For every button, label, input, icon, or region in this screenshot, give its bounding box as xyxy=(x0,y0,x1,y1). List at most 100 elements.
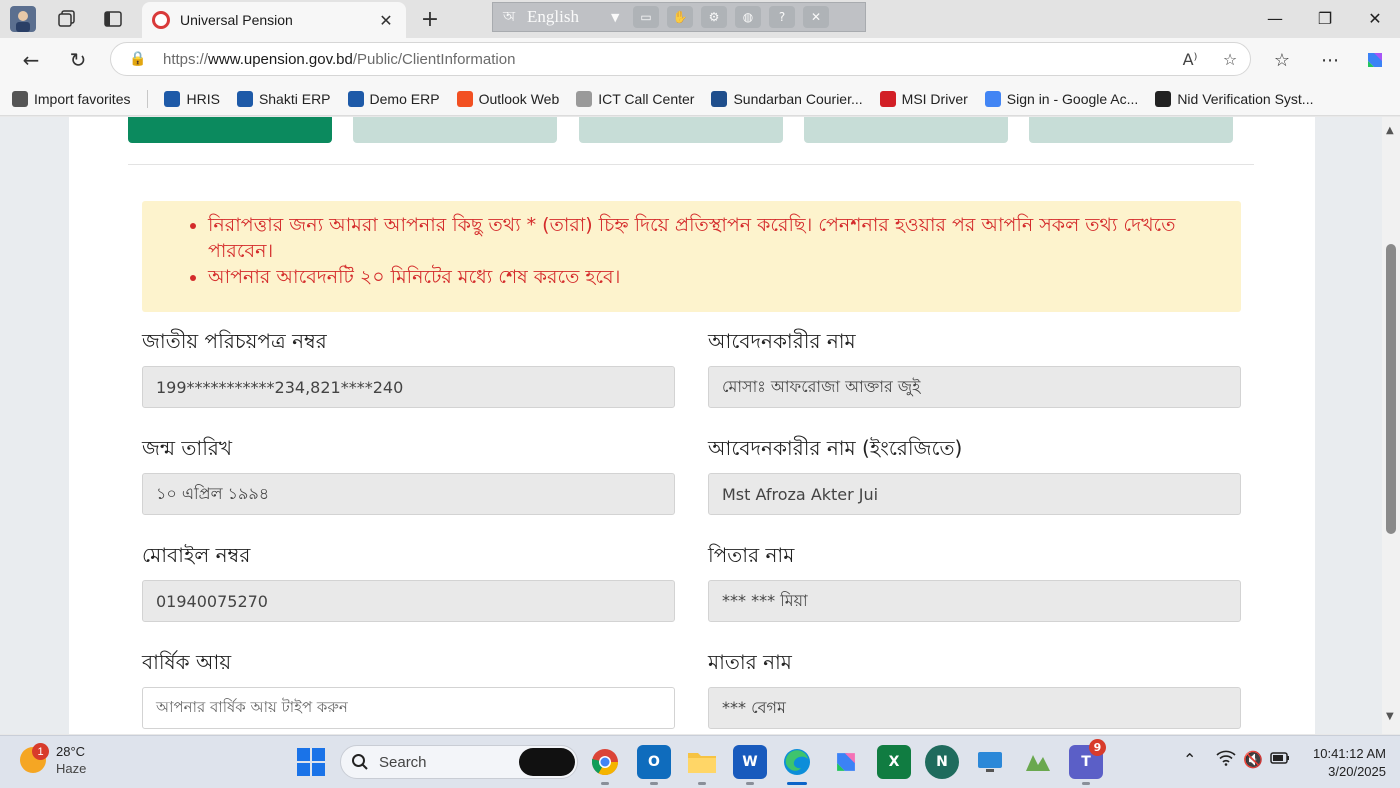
shakti-icon xyxy=(236,90,253,107)
step-tab-3[interactable] xyxy=(579,117,783,143)
ime-globe-icon[interactable]: ◍ xyxy=(735,6,761,28)
security-notice-alert: নিরাপত্তার জন্য আমরা আপনার কিছু তথ্য * (… xyxy=(142,201,1241,312)
address-bar[interactable]: 🔒 https://www.upension.gov.bd/Public/Cli… xyxy=(110,42,1251,76)
ime-logo-icon[interactable]: অ xyxy=(499,7,519,27)
ime-settings-icon[interactable]: ⚙ xyxy=(701,6,727,28)
green-app-icon[interactable] xyxy=(1021,745,1055,779)
taskbar-search[interactable]: Search xyxy=(340,745,578,779)
teams-badge: 9 xyxy=(1089,739,1106,756)
site-info-lock-icon[interactable]: 🔒 xyxy=(129,51,147,67)
bookmark-separator xyxy=(147,89,149,108)
close-window-icon[interactable]: ✕ xyxy=(1350,0,1400,36)
favorite-star-icon[interactable]: ☆ xyxy=(1210,50,1250,69)
profile-avatar[interactable] xyxy=(8,6,38,32)
father-name-field-group: পিতার নাম *** *** মিয়া xyxy=(708,540,1241,622)
courier-icon xyxy=(711,90,728,107)
volume-muted-icon[interactable]: 🔇 xyxy=(1243,750,1263,769)
bookmark-sign-in-google-ac[interactable]: Sign in - Google Ac... xyxy=(984,90,1138,107)
upension-favicon-icon xyxy=(152,11,170,29)
dob-field: ১০ এপ্রিল ১৯৯৪ xyxy=(142,473,675,515)
bookmark-ict-call-center[interactable]: ICT Call Center xyxy=(576,90,694,107)
start-windows-icon[interactable] xyxy=(297,748,325,776)
teams-icon[interactable]: T 9 xyxy=(1069,739,1106,785)
broken-image-icon xyxy=(576,90,593,107)
ime-dropdown-icon[interactable]: ▼ xyxy=(611,11,625,24)
ime-language-label[interactable]: English xyxy=(527,7,603,27)
bookmark-msi-driver[interactable]: MSI Driver xyxy=(879,90,968,107)
url-text[interactable]: https://www.upension.gov.bd/Public/Clien… xyxy=(163,51,1170,68)
weather-temperature: 28°C xyxy=(56,744,86,759)
bookmark-label: HRIS xyxy=(186,90,220,107)
bookmark-label: Shakti ERP xyxy=(258,90,331,107)
restore-window-icon[interactable]: ❐ xyxy=(1300,0,1350,36)
page-scrollbar[interactable]: ▲ ▼ xyxy=(1382,117,1400,734)
nid-field: 199***********234,821****240 xyxy=(142,366,675,408)
scroll-up-icon[interactable]: ▲ xyxy=(1386,125,1394,136)
step-tab-5[interactable] xyxy=(1029,117,1233,143)
notice-item-time-limit: আপনার আবেদনটি ২০ মিনিটের মধ্যে শেষ করতে … xyxy=(208,264,1221,290)
step-tab-1[interactable] xyxy=(128,117,332,143)
scrollbar-thumb[interactable] xyxy=(1386,244,1396,534)
bookmark-label: Import favorites xyxy=(34,90,131,107)
excel-icon[interactable]: X xyxy=(877,745,911,779)
bookmark-import-favorites[interactable]: Import favorites xyxy=(12,90,131,107)
nid-label: জাতীয় পরিচয়পত্র নম্বর xyxy=(142,329,327,353)
read-aloud-icon[interactable]: A⁾ xyxy=(1170,50,1210,69)
annual-income-input[interactable]: আপনার বার্ষিক আয় টাইপ করুন xyxy=(142,687,675,729)
tab-title: Universal Pension xyxy=(180,12,293,28)
show-hidden-icons-chevron-icon[interactable]: ⌃ xyxy=(1183,750,1196,769)
step-divider xyxy=(128,164,1254,165)
bookmark-outlook-web[interactable]: Outlook Web xyxy=(456,90,560,107)
battery-icon[interactable] xyxy=(1270,750,1290,769)
search-highlight-image[interactable] xyxy=(519,748,575,776)
bookmark-shakti-erp[interactable]: Shakti ERP xyxy=(236,90,331,107)
bookmark-nid-verification-syst[interactable]: Nid Verification Syst... xyxy=(1155,90,1314,107)
word-icon[interactable]: W xyxy=(733,745,767,785)
mobile-label: মোবাইল নম্বর xyxy=(142,543,251,567)
wifi-icon[interactable] xyxy=(1216,750,1236,770)
n-app-icon[interactable]: N xyxy=(925,745,959,779)
tab-universal-pension[interactable]: Universal Pension ✕ xyxy=(142,2,406,38)
mobile-field-group: মোবাইল নম্বর 01940075270 xyxy=(142,540,675,622)
ime-hand-icon[interactable]: ✋ xyxy=(667,6,693,28)
tab-actions-icon[interactable] xyxy=(98,6,128,32)
favorites-bar: Import favorites HRIS Shakti ERP Demo ERP Ou… xyxy=(0,82,1400,116)
system-clock[interactable]: 10:41:12 AM 3/20/2025 xyxy=(1300,745,1386,781)
workspaces-icon[interactable] xyxy=(52,6,82,32)
new-tab-button[interactable]: + xyxy=(416,6,444,32)
remote-desktop-icon[interactable] xyxy=(973,745,1007,779)
nid-field-group: জাতীয় পরিচয়পত্র নম্বর 199***********23… xyxy=(142,326,675,408)
refresh-icon[interactable]: ↻ xyxy=(63,46,93,74)
bookmark-label: Outlook Web xyxy=(478,90,560,107)
bookmark-sundarban-courier[interactable]: Sundarban Courier... xyxy=(711,90,863,107)
ime-close-icon[interactable]: ✕ xyxy=(803,6,829,28)
applicant-name-field: মোসাঃ আফরোজা আক্তার জুই xyxy=(708,366,1241,408)
bookmark-label: Sundarban Courier... xyxy=(733,90,863,107)
minimize-window-icon[interactable]: — xyxy=(1250,0,1300,36)
chrome-icon[interactable] xyxy=(588,745,622,785)
weather-sun-icon: 1 xyxy=(20,743,49,773)
page-viewport: নিরাপত্তার জন্য আমরা আপনার কিছু তথ্য * (… xyxy=(0,117,1382,734)
scroll-down-icon[interactable]: ▼ xyxy=(1386,711,1394,722)
ime-keyboard-icon[interactable]: ▭ xyxy=(633,6,659,28)
ime-help-icon[interactable]: ? xyxy=(769,6,795,28)
msi-shield-icon xyxy=(879,90,896,107)
favorites-icon[interactable]: ☆ xyxy=(1267,46,1297,74)
tab-close-icon[interactable]: ✕ xyxy=(376,11,396,30)
import-icon xyxy=(12,90,28,107)
outlook-icon[interactable]: O xyxy=(637,745,671,785)
more-options-icon[interactable]: ⋯ xyxy=(1315,46,1345,74)
bookmark-label: Nid Verification Syst... xyxy=(1177,90,1314,107)
back-icon[interactable]: ← xyxy=(16,46,46,74)
edge-icon[interactable] xyxy=(780,745,814,785)
file-explorer-icon[interactable] xyxy=(685,745,719,785)
bookmark-demo-erp[interactable]: Demo ERP xyxy=(347,90,440,107)
weather-widget[interactable]: 1 28°C Haze xyxy=(20,743,86,777)
bookmark-hris[interactable]: HRIS xyxy=(164,90,220,107)
step-tab-4[interactable] xyxy=(804,117,1008,143)
copilot-taskbar-icon[interactable] xyxy=(829,745,863,779)
annual-income-label: বার্ষিক আয় xyxy=(142,650,232,674)
step-tab-2[interactable] xyxy=(353,117,557,143)
copilot-icon[interactable] xyxy=(1360,46,1390,74)
mobile-field: 01940075270 xyxy=(142,580,675,622)
